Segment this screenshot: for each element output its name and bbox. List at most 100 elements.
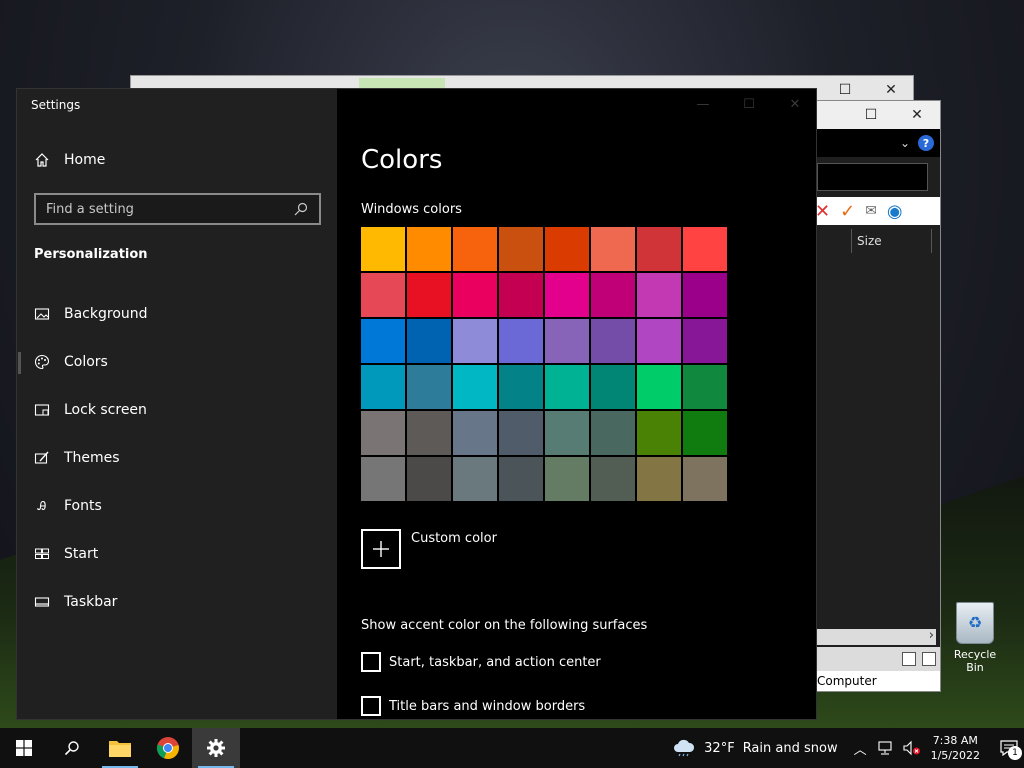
window-controls: — ☐ ✕	[680, 89, 818, 119]
color-swatch[interactable]	[591, 411, 635, 455]
shell-icon[interactable]: ◉	[887, 201, 903, 222]
sidebar-item-themes[interactable]: Themes	[17, 434, 337, 482]
color-swatch[interactable]	[453, 273, 497, 317]
color-swatch[interactable]	[453, 319, 497, 363]
taskbar-icon	[34, 594, 50, 610]
colors-page: — ☐ ✕ Colors Windows colors Custom color…	[337, 89, 818, 719]
color-swatch[interactable]	[637, 411, 681, 455]
explorer-search-field[interactable]	[817, 163, 928, 191]
close-icon[interactable]: ✕	[772, 89, 818, 119]
chrome-taskbar-button[interactable]	[144, 728, 192, 768]
color-swatch[interactable]	[361, 319, 405, 363]
envelope-icon[interactable]: ✉	[865, 203, 877, 219]
checkbox-title-bars[interactable]: Title bars and window borders	[361, 696, 585, 716]
color-swatch[interactable]	[637, 365, 681, 409]
color-swatch[interactable]	[545, 319, 589, 363]
custom-color-button[interactable]: Custom color	[361, 529, 497, 569]
color-swatch[interactable]	[453, 411, 497, 455]
color-swatch[interactable]	[683, 273, 727, 317]
sidebar-item-colors[interactable]: Colors	[17, 338, 337, 386]
color-swatch[interactable]	[591, 319, 635, 363]
color-swatch[interactable]	[499, 365, 543, 409]
color-swatch[interactable]	[361, 411, 405, 455]
color-swatch[interactable]	[499, 411, 543, 455]
settings-taskbar-button[interactable]	[192, 728, 240, 768]
close-icon[interactable]: ✕	[895, 101, 939, 129]
home-label: Home	[64, 152, 106, 168]
maximize-icon[interactable]: ☐	[849, 101, 893, 129]
horizontal-scrollbar[interactable]	[817, 628, 936, 645]
color-swatch[interactable]	[637, 457, 681, 501]
color-swatch[interactable]	[683, 227, 727, 271]
color-swatch[interactable]	[683, 319, 727, 363]
home-nav-item[interactable]: Home	[34, 152, 105, 168]
help-icon[interactable]: ?	[918, 135, 934, 151]
network-icon[interactable]	[877, 740, 893, 756]
start-button[interactable]	[0, 728, 48, 768]
color-swatch[interactable]	[683, 457, 727, 501]
color-swatch[interactable]	[453, 365, 497, 409]
check-icon[interactable]: ✓	[840, 201, 855, 222]
color-swatch[interactable]	[591, 457, 635, 501]
image-icon	[34, 306, 50, 322]
color-swatch[interactable]	[453, 457, 497, 501]
color-swatch[interactable]	[545, 411, 589, 455]
color-swatch[interactable]	[499, 457, 543, 501]
sidebar-item-taskbar[interactable]: Taskbar	[17, 578, 337, 626]
chevron-down-icon[interactable]: ⌄	[900, 136, 910, 150]
color-swatch[interactable]	[407, 227, 451, 271]
system-tray: 32°F Rain and snow ︿ 7:38 AM 1/5/2022 1	[672, 728, 1024, 768]
checkbox-box[interactable]	[361, 696, 381, 716]
color-swatch[interactable]	[637, 273, 681, 317]
color-swatch[interactable]	[545, 365, 589, 409]
weather-widget[interactable]: 32°F Rain and snow	[672, 739, 838, 757]
color-swatch[interactable]	[453, 227, 497, 271]
color-swatch[interactable]	[407, 457, 451, 501]
color-swatch[interactable]	[361, 457, 405, 501]
color-swatch[interactable]	[545, 273, 589, 317]
color-swatch[interactable]	[361, 365, 405, 409]
sidebar-item-fonts[interactable]: Ꭿ Fonts	[17, 482, 337, 530]
color-swatch[interactable]	[591, 227, 635, 271]
color-swatch[interactable]	[683, 365, 727, 409]
color-swatch[interactable]	[361, 273, 405, 317]
sidebar-item-lock-screen[interactable]: Lock screen	[17, 386, 337, 434]
color-swatch[interactable]	[499, 319, 543, 363]
color-swatch[interactable]	[499, 227, 543, 271]
color-swatch[interactable]	[591, 365, 635, 409]
color-swatch[interactable]	[591, 273, 635, 317]
custom-color-label: Custom color	[411, 531, 497, 546]
settings-search[interactable]	[34, 193, 321, 225]
chevron-up-icon[interactable]: ︿	[854, 739, 867, 758]
search-icon[interactable]	[293, 201, 309, 217]
color-swatch[interactable]	[637, 227, 681, 271]
search-button[interactable]	[48, 728, 96, 768]
checkbox-box[interactable]	[361, 652, 381, 672]
color-swatch[interactable]	[545, 227, 589, 271]
sidebar-item-background[interactable]: Background	[17, 290, 337, 338]
color-swatch[interactable]	[361, 227, 405, 271]
color-swatch[interactable]	[407, 365, 451, 409]
color-swatch[interactable]	[637, 319, 681, 363]
color-swatch[interactable]	[407, 411, 451, 455]
color-swatch[interactable]	[499, 273, 543, 317]
checkbox-start-taskbar[interactable]: Start, taskbar, and action center	[361, 652, 601, 672]
action-center-button[interactable]: 1	[994, 728, 1024, 768]
maximize-icon[interactable]: ☐	[726, 89, 772, 119]
file-explorer-taskbar-button[interactable]	[96, 728, 144, 768]
size-column-header[interactable]: Size	[857, 234, 882, 248]
taskbar-clock[interactable]: 7:38 AM 1/5/2022	[931, 733, 980, 763]
details-view-icon[interactable]	[902, 652, 916, 666]
fonts-icon: Ꭿ	[37, 498, 47, 513]
volume-muted-icon[interactable]	[903, 740, 921, 756]
color-swatch[interactable]	[683, 411, 727, 455]
color-swatch[interactable]	[545, 457, 589, 501]
color-swatch[interactable]	[407, 273, 451, 317]
search-input[interactable]	[46, 201, 293, 217]
column-separator	[851, 229, 852, 253]
sidebar-item-start[interactable]: Start	[17, 530, 337, 578]
minimize-icon[interactable]: —	[680, 89, 726, 119]
large-icons-view-icon[interactable]	[922, 652, 936, 666]
recycle-bin-desktop-icon[interactable]: Recycle Bin	[944, 602, 1006, 674]
color-swatch[interactable]	[407, 319, 451, 363]
